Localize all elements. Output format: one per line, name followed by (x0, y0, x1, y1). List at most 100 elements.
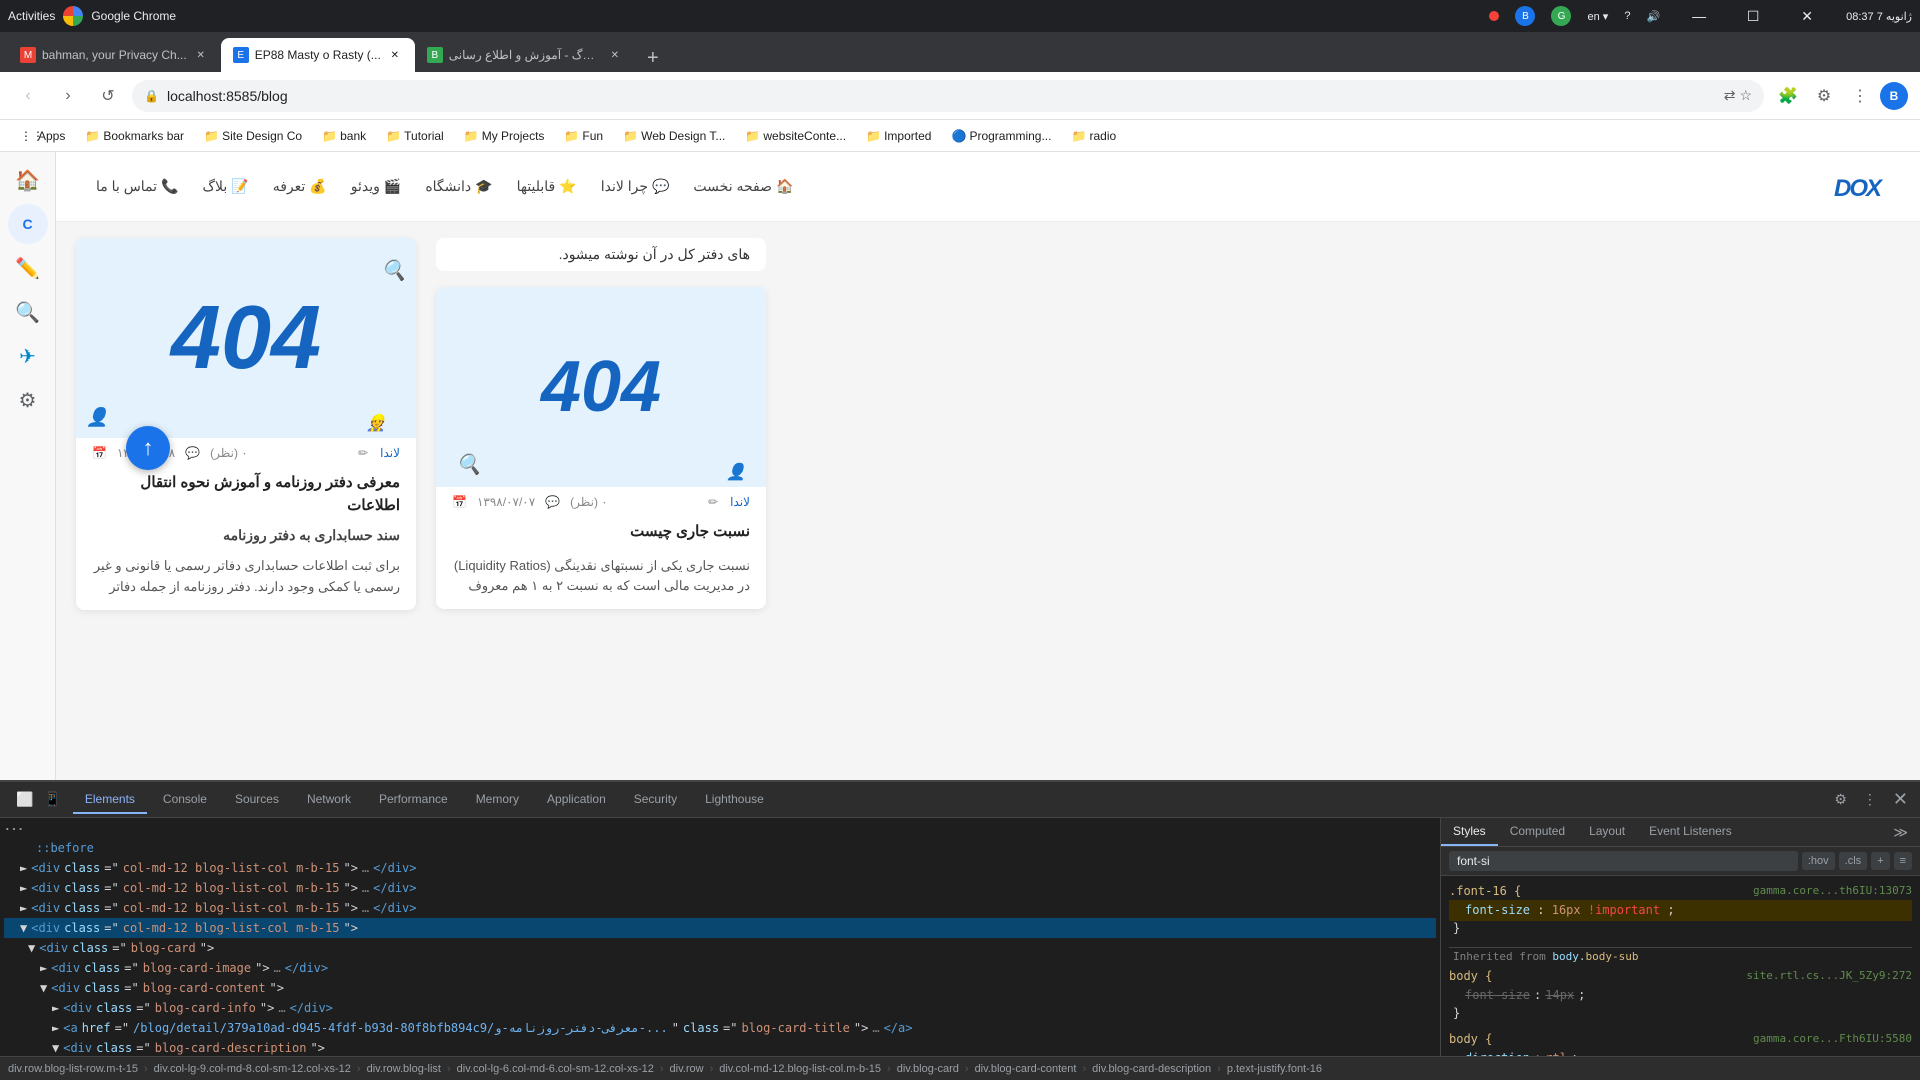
help-icon[interactable]: ? (1624, 10, 1630, 22)
caret-2[interactable]: ► (20, 879, 27, 897)
caret-ci[interactable]: ► (40, 959, 47, 977)
styles-tab-styles[interactable]: Styles (1441, 818, 1498, 846)
user-avatar-icon[interactable]: B (1515, 6, 1535, 26)
dom-line-selected[interactable]: ▼ <div class="col-md-12 blog-list-col m-… (4, 918, 1436, 938)
close-button[interactable]: ✕ (1784, 0, 1830, 32)
dom-line-card-img[interactable]: ► <div class="blog-card-image"> … </div> (4, 958, 1436, 978)
inspect-element-button[interactable]: ⬜ (12, 789, 37, 810)
tab-network[interactable]: Network (295, 786, 363, 814)
bookmark-web-design[interactable]: 📁 Web Design T... (615, 127, 733, 145)
card1-author[interactable]: لاندا (380, 446, 400, 460)
caret-1[interactable]: ► (20, 859, 27, 877)
chrome-active-icon[interactable]: C (8, 204, 48, 244)
source-font16[interactable]: gamma.core...th6IU:13073 (1753, 884, 1912, 898)
blog-card-1[interactable]: 404 👤 🔍 👷 لاندا ✏ ۰ (نظر) 💬 ۱۳۹۸/۰۲/۰۸ (76, 238, 416, 610)
nav-video[interactable]: 🎬 ویدئو (351, 178, 402, 195)
chrome-telegram-icon[interactable]: ✈ (8, 336, 48, 376)
caret-cc[interactable]: ▼ (40, 979, 47, 997)
nav-university[interactable]: 🎓 دانشگاه (425, 178, 492, 195)
caret-a[interactable]: ► (52, 1019, 59, 1037)
cls-button[interactable]: .cls (1839, 852, 1868, 870)
path-item-10[interactable]: p.text-justify.font-16 (1227, 1063, 1322, 1075)
nav-contact[interactable]: 📞 تماس با ما (96, 178, 179, 195)
caret-cinfo[interactable]: ► (52, 999, 59, 1017)
maximize-button[interactable]: ☐ (1730, 0, 1776, 32)
nav-blog[interactable]: 📝 بلاگ (203, 178, 249, 195)
tab-console[interactable]: Console (151, 786, 219, 814)
dom-line-1[interactable]: ► <div class="col-md-12 blog-list-col m-… (4, 858, 1436, 878)
devtools-settings-button[interactable]: ⚙ (1830, 789, 1851, 810)
bookmark-fun[interactable]: 📁 Fun (556, 127, 611, 145)
new-rule-button[interactable]: ≡ (1894, 852, 1912, 870)
tab-1-close[interactable]: ✕ (193, 47, 209, 63)
activities-button[interactable]: Activities (8, 9, 55, 23)
nav-why-landa[interactable]: 💬 چرا لاندا (601, 178, 670, 195)
source-body-sub[interactable]: site.rtl.cs...JK_5Zy9:272 (1746, 969, 1912, 983)
hov-button[interactable]: :hov (1802, 852, 1835, 870)
address-bar[interactable]: 🔒 localhost:8585/blog ⇄ ☆ (132, 80, 1764, 112)
chrome-gear-icon[interactable]: ⚙ (8, 380, 48, 420)
styles-more-button[interactable]: ≫ (1889, 822, 1912, 843)
card2-title[interactable]: نسبت جاری چیست (436, 517, 766, 552)
blog-card-2[interactable]: 404 🔍 👤 لاندا ✏ ۰ (نظر) � (436, 287, 766, 609)
dom-line-blog-card[interactable]: ▼ <div class="blog-card"> (4, 938, 1436, 958)
tab-lighthouse[interactable]: Lighthouse (693, 786, 776, 814)
card1-title[interactable]: معرفی دفتر روزنامه و آموزش نحوه انتقال ا… (76, 468, 416, 525)
bookmark-star-icon[interactable]: ☆ (1739, 87, 1752, 104)
bookmark-website-conte[interactable]: 📁 websiteConte... (737, 127, 854, 145)
dom-line-card-info[interactable]: ► <div class="blog-card-info"> … </div> (4, 998, 1436, 1018)
path-item-5[interactable]: div.row (670, 1063, 704, 1075)
dom-line-anchor[interactable]: ► <a href="/blog/detail/379a10ad-d945-4f… (4, 1018, 1436, 1038)
path-item-6[interactable]: div.col-md-12.blog-list-col.m-b-15 (719, 1063, 881, 1075)
second-avatar-icon[interactable]: G (1551, 6, 1571, 26)
bookmark-programming[interactable]: 🔵 Programming... (943, 127, 1059, 145)
more-icon[interactable]: ⋮ (1844, 80, 1876, 112)
caret-3[interactable]: ► (20, 899, 27, 917)
tab-sources[interactable]: Sources (223, 786, 291, 814)
styles-tab-event-listeners[interactable]: Event Listeners (1637, 818, 1744, 846)
bookmark-my-projects[interactable]: 📁 My Projects (456, 127, 553, 145)
dom-line-3[interactable]: ► <div class="col-md-12 blog-list-col m-… (4, 898, 1436, 918)
tab-performance[interactable]: Performance (367, 786, 460, 814)
tab-2[interactable]: E EP88 Masty o Rasty (... ✕ (221, 38, 415, 72)
translate-icon[interactable]: ⇄ (1724, 87, 1736, 104)
styles-tab-computed[interactable]: Computed (1498, 818, 1577, 846)
styles-tab-layout[interactable]: Layout (1577, 818, 1637, 846)
caret-bc[interactable]: ▼ (28, 939, 35, 957)
nav-price[interactable]: 💰 تعرفه (273, 178, 327, 195)
fab-up-button[interactable]: ↑ (126, 426, 170, 470)
chrome-edit-icon[interactable]: ✏️ (8, 248, 48, 288)
bookmark-imported[interactable]: 📁 Imported (858, 127, 939, 145)
caret-d[interactable]: ▼ (52, 1039, 59, 1056)
add-style-button[interactable]: + (1871, 852, 1889, 870)
path-item-7[interactable]: div.blog-card (897, 1063, 959, 1075)
source-body-gamma[interactable]: gamma.core...Fth6IU:5580 (1753, 1032, 1912, 1046)
tab-2-close[interactable]: ✕ (387, 47, 403, 63)
dom-line-2[interactable]: ► <div class="col-md-12 blog-list-col m-… (4, 878, 1436, 898)
nav-features[interactable]: ⭐ قابلیتها (517, 178, 577, 195)
path-item-2[interactable]: div.col-lg-9.col-md-8.col-sm-12.col-xs-1… (154, 1063, 351, 1075)
profile-avatar[interactable]: B (1880, 82, 1908, 110)
devtools-more-button[interactable]: ⋮ (1859, 789, 1881, 810)
tab-1[interactable]: M bahman, your Privacy Ch... ✕ (8, 38, 221, 72)
tab-application[interactable]: Application (535, 786, 618, 814)
minimize-button[interactable]: — (1676, 0, 1722, 32)
device-toolbar-button[interactable]: 📱 (39, 789, 64, 810)
dom-line-desc[interactable]: ▼ <div class="blog-card-description"> (4, 1038, 1436, 1056)
volume-icon[interactable]: 🔊 (1646, 10, 1660, 23)
devtools-close-button[interactable]: ✕ (1889, 787, 1912, 812)
bookmark-radio[interactable]: 📁 radio (1063, 127, 1124, 145)
tab-3[interactable]: B بلاگ - آموزش و اطلاع رسانی... ✕ (415, 38, 635, 72)
bookmark-site-design[interactable]: 📁 Site Design Co (196, 127, 310, 145)
new-tab-button[interactable]: + (639, 44, 667, 72)
dom-line-card-content[interactable]: ▼ <div class="blog-card-content"> (4, 978, 1436, 998)
nav-home[interactable]: 🏠 صفحه نخست (693, 178, 793, 195)
tab-security[interactable]: Security (622, 786, 689, 814)
caret-sel[interactable]: ▼ (20, 919, 27, 937)
tab-elements[interactable]: Elements (73, 786, 147, 814)
chrome-home-icon[interactable]: 🏠 (8, 160, 48, 200)
card2-author[interactable]: لاندا (730, 495, 750, 509)
settings-icon[interactable]: ⚙ (1808, 80, 1840, 112)
chrome-unknown-icon[interactable]: 🔍 (8, 292, 48, 332)
tab-3-close[interactable]: ✕ (607, 47, 623, 63)
